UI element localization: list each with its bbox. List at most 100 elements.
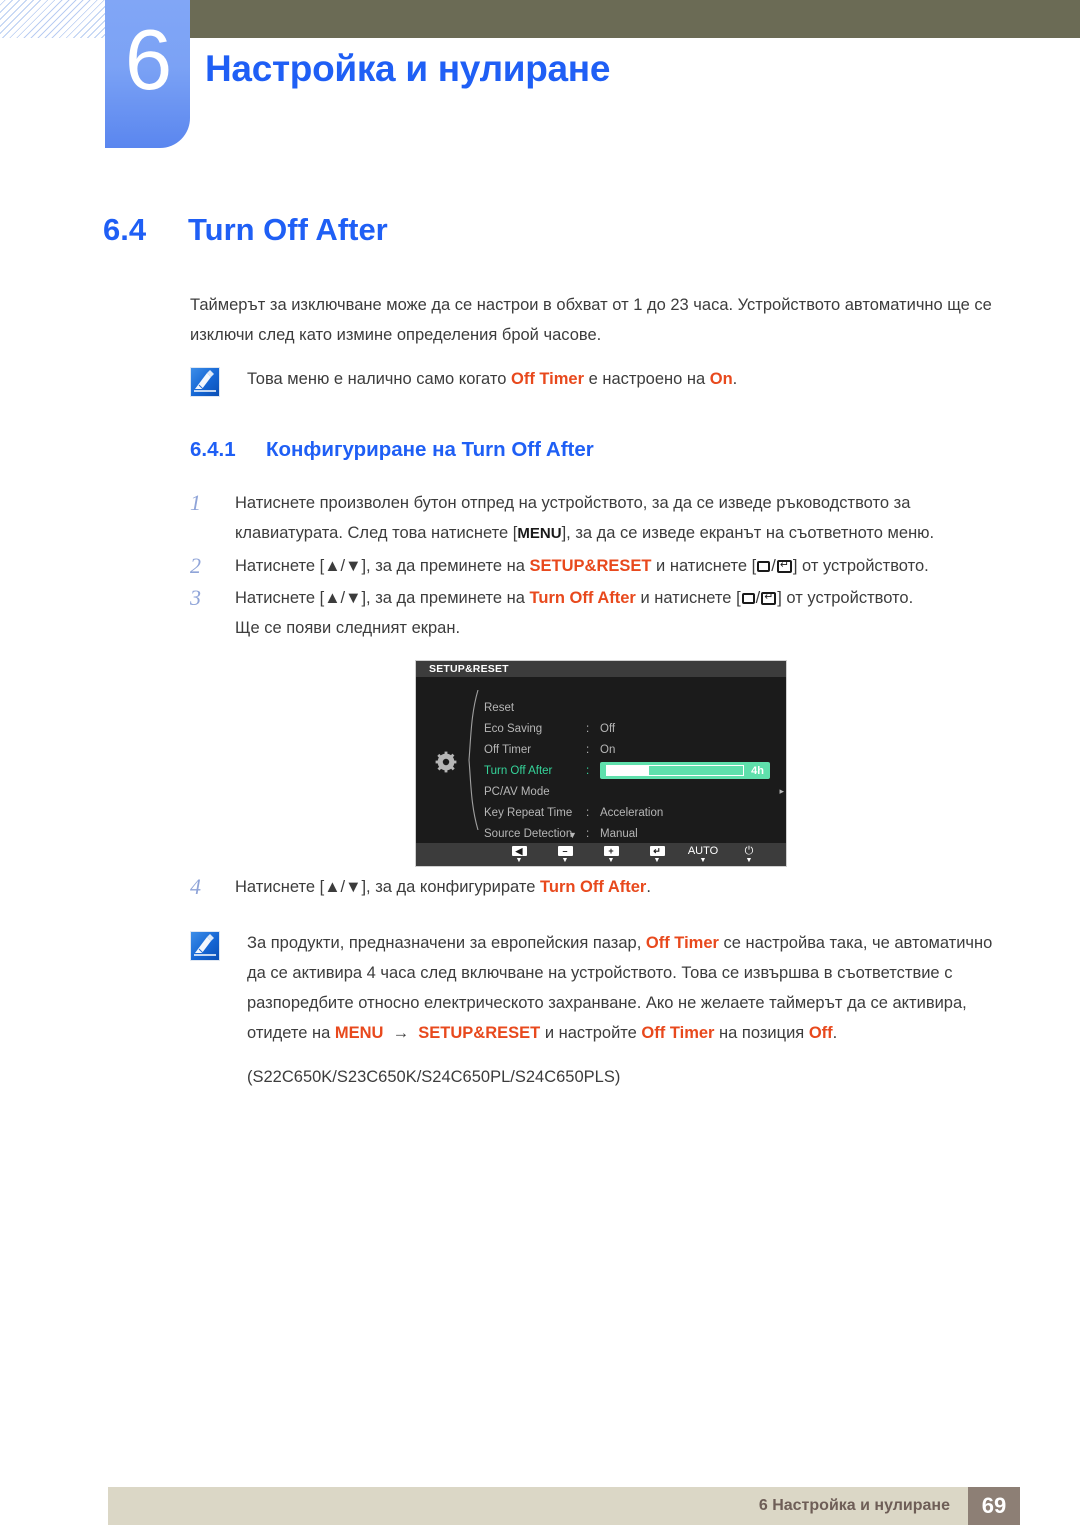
step-number: 1 (190, 490, 201, 515)
note-pen-icon (190, 931, 220, 961)
step-item: 2 Натиснете [▲/▼], за да преминете на SE… (190, 551, 1008, 581)
step-3-keyword: Turn Off After (529, 589, 636, 607)
osd-colon: : (586, 722, 590, 735)
scroll-down-caret-icon[interactable]: ▼ (568, 830, 577, 840)
osd-row-pc-av-mode[interactable]: PC/AV Mode ▸ (484, 781, 784, 802)
page-number-box: 69 (968, 1487, 1020, 1525)
note-bottom-c: и настройте (540, 1024, 642, 1042)
enter-key-icon (776, 560, 792, 573)
slider-remainder (647, 766, 744, 775)
step-text: Натиснете произволен бутон отпред на уст… (235, 488, 1008, 549)
note-bottom-kw-setupreset: SETUP&RESET (418, 1024, 541, 1042)
note-bottom-d: на позиция (714, 1024, 809, 1042)
osd-row-eco-saving[interactable]: Eco Saving : Off (484, 718, 784, 739)
gear-icon (435, 751, 457, 773)
subsection-title-text: Конфигуриране на Turn Off After (266, 438, 594, 461)
osd-row-source-detection[interactable]: Source Detection : Manual (484, 823, 784, 844)
step-3-extra: Ще се появи следният екран. (235, 619, 461, 637)
auto-label: AUTO (687, 845, 719, 857)
model-list: (S22C650K/S23C650K/S24C650PL/S24C650PLS) (247, 1068, 621, 1086)
note-bottom-kw-off-timer: Off Timer (645, 934, 719, 952)
intro-paragraph: Таймерът за изключване може да се настро… (190, 296, 992, 344)
osd-label: Turn Off After (484, 764, 553, 777)
note-bottom-kw-off: Off (808, 1024, 833, 1042)
note-bottom-kw-off-timer-2: Off Timer (641, 1024, 715, 1042)
osd-row-turn-off-after[interactable]: Turn Off After : 4h (484, 760, 784, 781)
step-number: 4 (190, 874, 201, 899)
note-bottom-a: За продукти, предназначени за европейски… (247, 934, 646, 952)
enter-key-icon (761, 592, 777, 605)
subsection-heading: 6.4.1 Конфигуриране на Turn Off After (190, 438, 594, 462)
step-1-part-2: ], за да се изведе екранът на съответнот… (561, 524, 935, 542)
note-top-suffix: . (732, 370, 738, 388)
back-arrow-icon: ◀ (511, 845, 527, 857)
caret-down-icon: ▼ (561, 857, 569, 864)
note-bottom-kw-menu: MENU (334, 1024, 384, 1042)
osd-colon: : (586, 743, 590, 756)
note-top: Това меню е налично само когато Off Time… (190, 364, 1005, 397)
step-item: 1 Натиснете произволен бутон отпред на у… (190, 488, 1008, 549)
osd-label: Eco Saving (484, 722, 543, 735)
minus-icon: – (557, 845, 573, 857)
slider-value-label: 4h (751, 764, 764, 777)
note-top-keyword-1: Off Timer (510, 370, 585, 388)
turn-off-after-slider[interactable]: 4h (600, 762, 770, 779)
section-title-text: Turn Off After (188, 212, 388, 247)
caret-down-icon: ▼ (745, 857, 753, 864)
osd-colon: : (586, 764, 590, 777)
intro-block: Таймерът за изключване може да се настро… (190, 290, 1005, 404)
caret-down-icon: ▼ (653, 857, 661, 864)
page-number: 69 (981, 1493, 1007, 1518)
step-4-part-2: . (646, 878, 651, 896)
osd-auto-button[interactable]: AUTO ▼ (680, 843, 726, 864)
step-text: Натиснете [▲/▼], за да преминете на Turn… (235, 583, 1008, 613)
note-top-keyword-2: On (709, 370, 733, 388)
step-1-key-menu: MENU (517, 525, 562, 542)
step-number: 2 (190, 553, 201, 578)
slider-track[interactable] (606, 765, 745, 776)
note-bottom: За продукти, предназначени за европейски… (190, 928, 1008, 1092)
plus-glyph: + (603, 846, 619, 856)
step-text: Натиснете [▲/▼], за да конфигурирате Tur… (235, 872, 1008, 902)
note-top-text: Това меню е налично само когато Off Time… (247, 370, 737, 388)
osd-plus-button[interactable]: + ▼ (588, 843, 634, 864)
enter-glyph: ↵ (649, 846, 665, 856)
step-3-part-3: ] от устройството. (777, 589, 914, 607)
step-4-keyword: Turn Off After (540, 878, 647, 896)
osd-value: On (600, 743, 616, 756)
step-3-part-2: и натиснете [ (635, 589, 741, 607)
note-pen-icon (190, 367, 220, 397)
chevron-right-icon: ▸ (779, 786, 784, 796)
osd-label: Off Timer (484, 743, 532, 756)
arrow-right-icon: → (392, 1024, 410, 1042)
osd-enter-button[interactable]: ↵ ▼ (634, 843, 680, 864)
chapter-number-box: 6 (105, 0, 190, 148)
footer-chapter-text: 6 Настройка и нулиране (758, 1497, 950, 1514)
step-item: 3 Натиснете [▲/▼], за да преминете на Tu… (190, 583, 1008, 643)
osd-rows: Reset Eco Saving : Off Off Timer : On Tu… (484, 697, 784, 844)
back-arrow-glyph: ◀ (511, 846, 527, 856)
header-olive-bar (190, 0, 1080, 38)
step-4-part-1: Натиснете [▲/▼], за да конфигурирате (235, 878, 541, 896)
osd-minus-button[interactable]: – ▼ (542, 843, 588, 864)
step-item: 4 Натиснете [▲/▼], за да конфигурирате T… (190, 872, 1008, 902)
osd-row-key-repeat-time[interactable]: Key Repeat Time : Acceleration (484, 802, 784, 823)
osd-colon: : (586, 827, 590, 840)
source-key-icon (741, 593, 755, 604)
page-footer: 6 Настройка и нулиране 69 (108, 1487, 1020, 1525)
osd-back-button[interactable]: ◀ ▼ (496, 843, 542, 864)
caret-down-icon: ▼ (515, 857, 523, 864)
osd-title: SETUP&RESET (416, 661, 786, 677)
note-top-mid: е настроено на (584, 370, 710, 388)
step-3-part-1: Натиснете [▲/▼], за да преминете на (235, 589, 530, 607)
enter-icon: ↵ (649, 845, 665, 857)
osd-menu-screenshot: SETUP&RESET Reset Eco Saving: Off Off T… (415, 660, 787, 867)
osd-row-off-timer[interactable]: Off Timer : On (484, 739, 784, 760)
subsection-number: 6.4.1 (190, 438, 236, 461)
osd-value: Manual (600, 827, 638, 840)
step-2-part-3: ] от устройството. (792, 557, 929, 575)
osd-power-button[interactable]: ⏻ ▼ (726, 843, 772, 864)
power-icon: ⏻ (744, 845, 754, 857)
osd-row-reset[interactable]: Reset (484, 697, 784, 718)
section-number: 6.4 (103, 212, 147, 247)
